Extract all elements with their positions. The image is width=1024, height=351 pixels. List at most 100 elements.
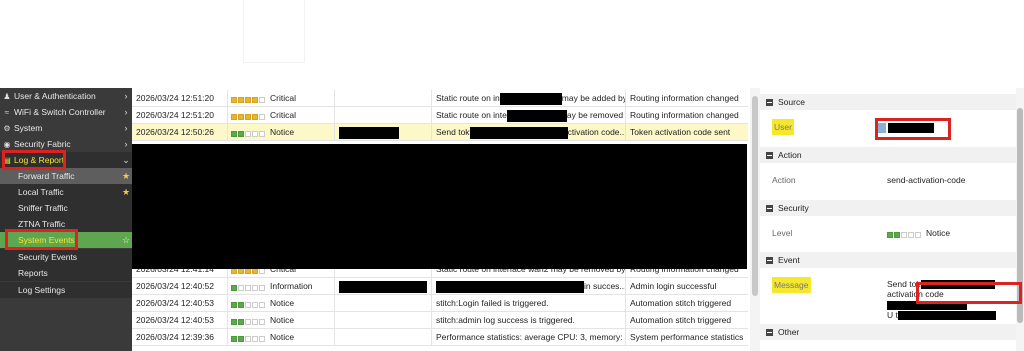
sidebar-subitem-reports[interactable]: Reports <box>0 265 132 281</box>
action-label: Action <box>772 175 796 185</box>
star-icon[interactable]: ★ <box>120 187 132 198</box>
sidebar-subitem-label: Log Settings <box>18 285 66 295</box>
message-cell: in succes... <box>432 278 626 294</box>
table-row-selected[interactable]: 2026/03/24 12:50:26 Notice Send tok ctiva… <box>132 124 748 141</box>
redaction <box>499 92 562 105</box>
date-cell: 2026/03/24 12:51:20 <box>132 107 228 123</box>
user-cell <box>335 295 432 311</box>
wifi-icon: ≈ <box>4 107 10 117</box>
user-cell <box>335 329 432 345</box>
chevron-right-icon: › <box>124 139 128 149</box>
message-cell: stitch:admin log success is triggered. <box>432 312 626 328</box>
action-cell: Routing information changed <box>630 93 739 103</box>
user-cell <box>335 90 432 106</box>
sidebar-subitem-label: Local Traffic <box>18 187 64 197</box>
date-cell: 2026/03/24 12:39:36 <box>132 329 228 345</box>
table-row[interactable]: 2026/03/24 12:39:36 Notice Performance s… <box>132 329 748 346</box>
scrollbar-thumb[interactable] <box>752 96 758 296</box>
annotation-box-user-value <box>875 118 951 140</box>
redaction <box>469 126 568 139</box>
details-scrollbar[interactable] <box>1016 88 1024 351</box>
sidebar-subitem-log-settings[interactable]: Log Settings <box>0 282 132 298</box>
fabric-icon: ◉ <box>3 139 11 149</box>
level-label: Level <box>772 228 793 238</box>
message-cell: Static route on inteay be removed by ... <box>432 107 626 123</box>
collapse-icon <box>766 205 773 213</box>
sidebar-item-label: User & Authentication <box>14 91 96 101</box>
detail-row-action: Action send-activation-code <box>760 172 1016 188</box>
action-value: send-activation-code <box>887 175 966 185</box>
date-cell: 2026/03/24 12:40:53 <box>132 312 228 328</box>
collapse-icon <box>766 152 773 160</box>
sidebar-subitem-security-events[interactable]: Security Events <box>0 249 132 265</box>
redaction <box>339 126 399 139</box>
level-bar <box>887 226 922 242</box>
sidebar-item-wifi[interactable]: ≈ WiFi & Switch Controller › <box>0 104 132 120</box>
table-row[interactable]: 2026/03/24 12:40:53 Notice stitch:Login … <box>132 295 748 312</box>
section-header-event[interactable]: Event <box>760 252 1016 268</box>
level-cell: Notice <box>228 312 335 328</box>
table-row[interactable]: 2026/03/24 12:51:20 Critical Static rout… <box>132 90 748 107</box>
star-outline-icon[interactable]: ☆ <box>120 235 132 246</box>
section-header-security[interactable]: Security <box>760 200 1016 216</box>
sidebar-subitem-label: Sniffer Traffic <box>18 203 68 213</box>
annotation-box-log-report <box>2 150 66 170</box>
gear-icon: ⚙ <box>3 123 11 133</box>
redaction <box>436 280 584 293</box>
action-cell: Token activation code sent <box>630 127 731 137</box>
table-scrollbar[interactable] <box>750 88 760 351</box>
level-cell: Notice <box>228 329 335 345</box>
level-cell: Notice <box>228 124 335 140</box>
redaction <box>897 310 996 320</box>
level-bar <box>231 330 266 345</box>
level-bar <box>231 279 266 294</box>
table-row[interactable]: 2026/03/24 12:51:20 Critical Static rout… <box>132 107 748 124</box>
message-label: Message <box>772 277 811 293</box>
user-cell <box>335 107 432 123</box>
sidebar-item-user-auth[interactable]: ♟ User & Authentication › <box>0 88 132 104</box>
action-cell: Automation stitch triggered <box>630 298 732 308</box>
collapse-icon <box>766 99 773 107</box>
annotation-box-system-events <box>5 229 78 250</box>
sidebar-item-system[interactable]: ⚙ System › <box>0 120 132 136</box>
chevron-right-icon: › <box>124 91 128 101</box>
top-blank-box <box>243 0 305 63</box>
sidebar-item-label: System <box>14 123 43 133</box>
user-cell <box>335 124 432 140</box>
sidebar-subitem-label: Forward Traffic <box>18 171 75 181</box>
section-header-source[interactable]: Source <box>760 94 1016 110</box>
sidebar-subitem-sniffer-traffic[interactable]: Sniffer Traffic <box>0 200 132 216</box>
user-cell <box>335 312 432 328</box>
redaction-block <box>132 144 747 269</box>
detail-row-level: Level Notice <box>760 225 1016 241</box>
table-row[interactable]: 2026/03/24 12:40:53 Notice stitch:admin … <box>132 312 748 329</box>
sidebar-item-label: WiFi & Switch Controller <box>14 107 106 117</box>
level-bar <box>231 125 266 140</box>
sidebar-item-label: Security Fabric <box>14 139 71 149</box>
sidebar-subitem-local-traffic[interactable]: Local Traffic ★ <box>0 184 132 200</box>
level-bar <box>231 108 266 123</box>
date-cell: 2026/03/24 12:40:53 <box>132 295 228 311</box>
action-cell: Admin login successful <box>630 281 717 291</box>
collapse-icon <box>766 257 773 265</box>
annotation-box-message-value <box>916 282 1022 304</box>
redaction <box>506 109 567 122</box>
user-icon: ♟ <box>3 91 11 101</box>
level-cell: Critical <box>228 90 335 106</box>
message-cell: Performance statistics: average CPU: 3, … <box>432 329 626 345</box>
date-cell: 2026/03/24 12:51:20 <box>132 90 228 106</box>
sidebar-subitem-label: Security Events <box>18 252 78 262</box>
user-cell <box>335 278 432 294</box>
level-cell: Notice <box>228 295 335 311</box>
level-bar <box>231 313 266 328</box>
user-label: User <box>772 119 794 135</box>
section-header-action[interactable]: Action <box>760 147 1016 163</box>
section-header-other[interactable]: Other <box>760 324 1016 340</box>
date-cell: 2026/03/24 12:40:52 <box>132 278 228 294</box>
level-cell: Information <box>228 278 335 294</box>
table-row[interactable]: 2026/03/24 12:40:52 Information in succe… <box>132 278 748 295</box>
action-cell: Routing information changed <box>630 110 739 120</box>
sidebar-subitem-forward-traffic[interactable]: Forward Traffic ★ <box>0 168 132 184</box>
star-icon[interactable]: ★ <box>120 171 132 182</box>
level-cell: Critical <box>228 107 335 123</box>
